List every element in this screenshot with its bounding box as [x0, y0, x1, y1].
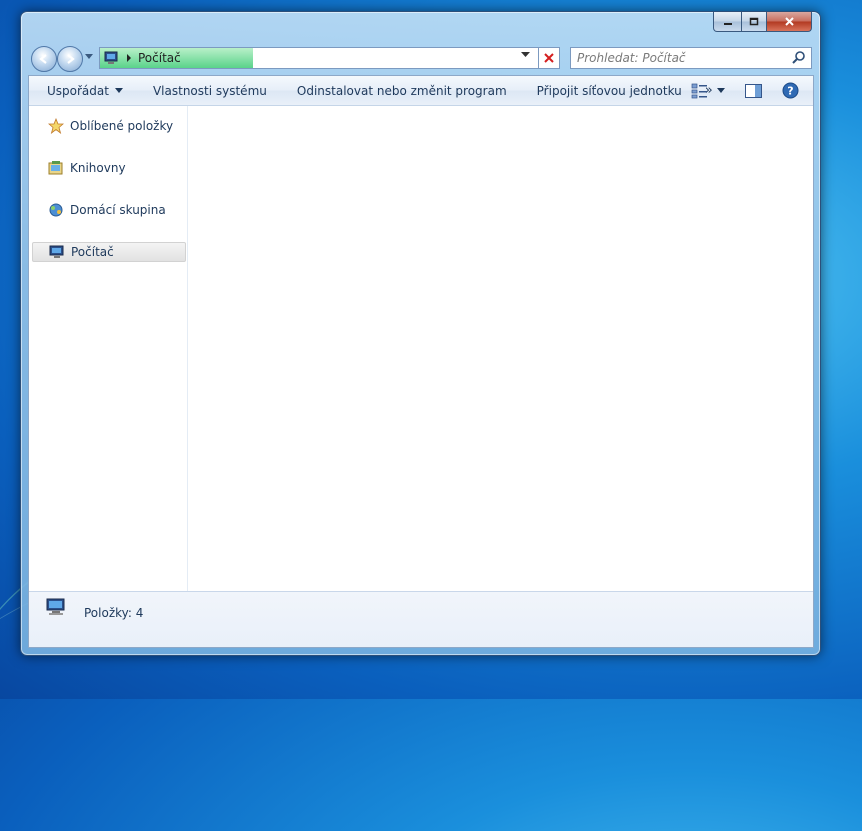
- address-text: Počítač: [138, 51, 181, 65]
- computer-icon: [104, 51, 118, 64]
- sidebar-item-homegroup[interactable]: Domácí skupina: [32, 200, 186, 220]
- organize-label: Uspořádat: [47, 83, 109, 98]
- change-view-button[interactable]: [683, 76, 717, 105]
- back-button[interactable]: [31, 46, 57, 72]
- chevron-down-icon: [717, 88, 725, 93]
- svg-text:?: ?: [787, 85, 793, 98]
- computer-icon: [46, 598, 65, 615]
- uninstall-program-label: Odinstalovat nebo změnit program: [296, 83, 507, 98]
- uninstall-program-button[interactable]: Odinstalovat nebo změnit program: [282, 76, 522, 105]
- command-bar: Uspořádat Vlastnosti systému Odinstalova…: [29, 76, 813, 106]
- navigation-pane: Oblíbené položky Knihovny Domácí skupina: [29, 106, 188, 591]
- details-pane: Položky: 4: [29, 591, 813, 647]
- system-properties-button[interactable]: Vlastnosti systému: [138, 76, 282, 105]
- help-button[interactable]: ?: [772, 76, 813, 105]
- help-icon: ?: [782, 82, 799, 99]
- close-button[interactable]: [767, 12, 812, 32]
- maximize-icon: [749, 17, 759, 25]
- close-icon: [784, 17, 794, 26]
- sidebar-item-libraries[interactable]: Knihovny: [32, 158, 186, 178]
- stop-button[interactable]: [539, 47, 560, 69]
- view-controls: ?: [683, 76, 813, 105]
- address-bar[interactable]: Počítač: [99, 47, 539, 69]
- explorer-client-area: Uspořádat Vlastnosti systému Odinstalova…: [28, 75, 814, 648]
- explorer-window: Počítač Uspořádat Vlastnosti systému Odi…: [20, 11, 821, 656]
- caption-buttons: [713, 12, 812, 32]
- libraries-icon: [48, 161, 63, 175]
- stop-icon: [544, 53, 554, 63]
- file-list-area[interactable]: [188, 106, 813, 591]
- address-history-dropdown-icon[interactable]: [521, 52, 530, 58]
- preview-pane-button[interactable]: [735, 76, 772, 105]
- item-count-text: Položky: 4: [84, 606, 144, 620]
- arrow-right-icon: [67, 54, 75, 64]
- sidebar-item-computer[interactable]: Počítač: [32, 242, 186, 262]
- search-box[interactable]: [570, 47, 812, 69]
- sidebar-item-label: Počítač: [71, 245, 114, 259]
- forward-button[interactable]: [57, 46, 83, 72]
- map-network-drive-button[interactable]: Připojit síťovou jednotku: [522, 76, 697, 105]
- navigation-bar: Počítač: [29, 44, 812, 72]
- search-icon[interactable]: [791, 50, 807, 66]
- system-properties-label: Vlastnosti systému: [152, 83, 267, 98]
- breadcrumb-arrow-icon[interactable]: [126, 54, 132, 62]
- minimize-icon: [723, 22, 732, 25]
- sidebar-item-favorites[interactable]: Oblíbené položky: [32, 116, 186, 136]
- sidebar-item-label: Knihovny: [70, 161, 126, 175]
- sidebar-item-label: Oblíbené položky: [70, 119, 174, 133]
- recent-pages-dropdown-icon[interactable]: [85, 54, 93, 60]
- map-network-drive-label: Připojit síťovou jednotku: [536, 83, 682, 98]
- maximize-button[interactable]: [742, 12, 767, 32]
- homegroup-icon: [49, 203, 63, 217]
- sidebar-item-label: Domácí skupina: [70, 203, 166, 217]
- view-options-icon: [691, 83, 707, 98]
- chevron-down-icon: [114, 88, 123, 93]
- search-input[interactable]: [571, 50, 791, 66]
- star-icon: [48, 118, 64, 134]
- preview-pane-icon: [745, 83, 762, 98]
- computer-icon: [49, 245, 64, 258]
- arrow-left-icon: [39, 54, 47, 64]
- minimize-button[interactable]: [713, 12, 742, 32]
- view-dropdown-button[interactable]: [717, 76, 735, 105]
- organize-menu-button[interactable]: Uspořádat: [29, 76, 138, 105]
